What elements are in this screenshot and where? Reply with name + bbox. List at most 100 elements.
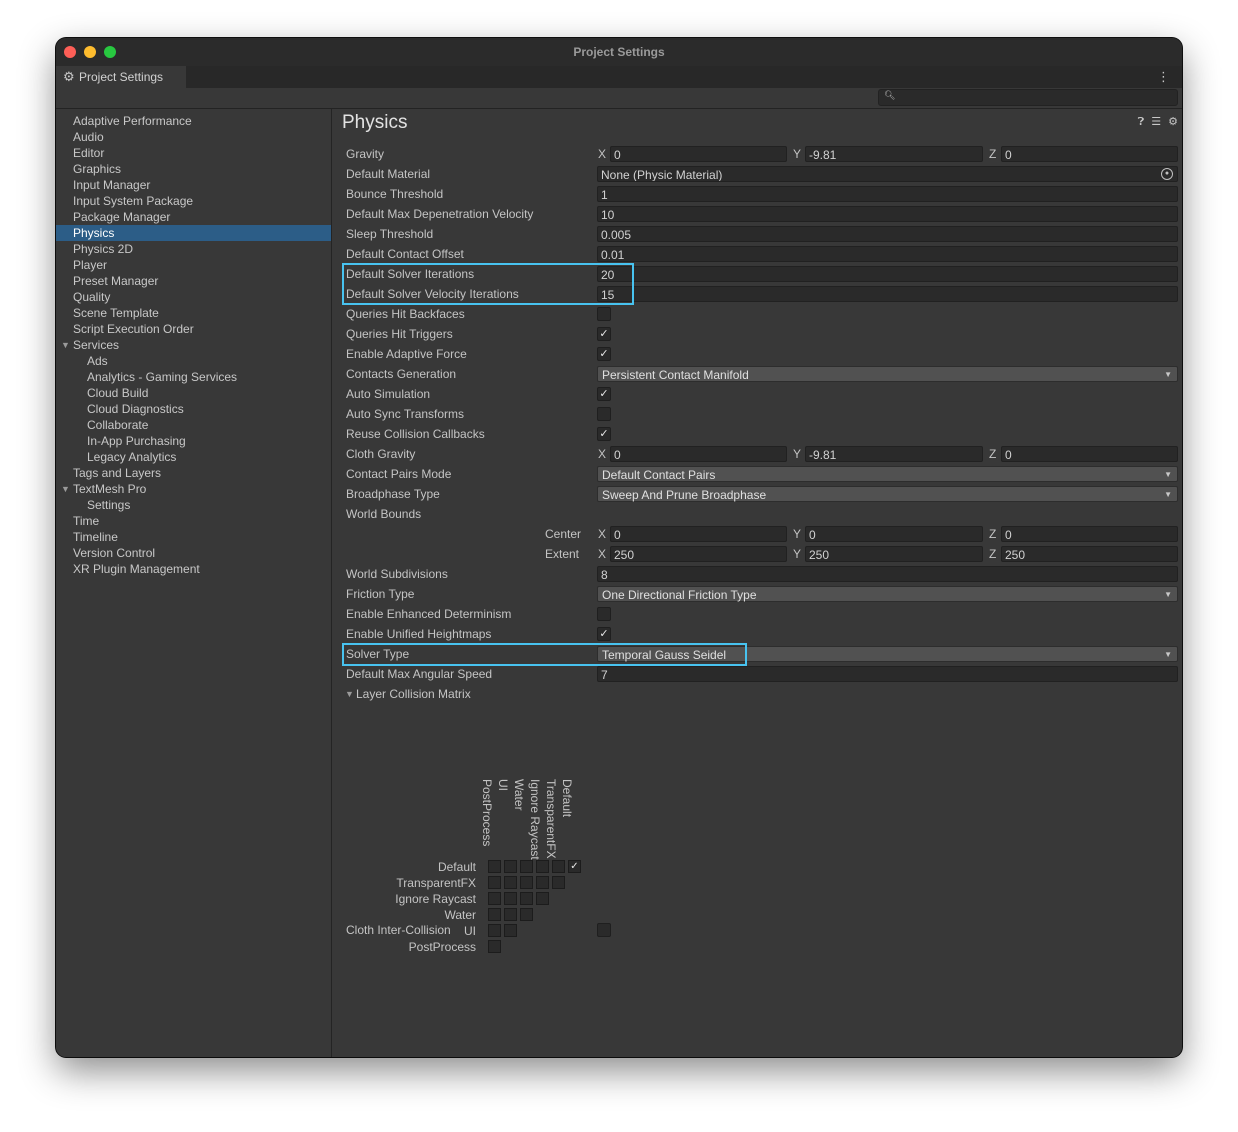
friction-type-dropdown[interactable]: One Directional Friction Type ▼: [597, 586, 1178, 602]
bounce-threshold-field[interactable]: 1: [597, 186, 1178, 202]
expand-arrow-icon[interactable]: ▼: [61, 481, 70, 497]
center-z-field[interactable]: 0: [1001, 526, 1178, 542]
expand-arrow-icon[interactable]: ▼: [61, 337, 70, 353]
cloth-gravity-y-field[interactable]: -9.81: [805, 446, 983, 462]
auto-simulation-checkbox[interactable]: ✓: [597, 387, 611, 401]
sidebar-item[interactable]: Timeline: [56, 529, 331, 545]
sidebar-item[interactable]: ▼ TextMesh Pro: [56, 481, 331, 497]
extent-z-field[interactable]: 250: [1001, 546, 1178, 562]
enhanced-determinism-checkbox[interactable]: [597, 607, 611, 621]
sidebar-item[interactable]: Quality: [56, 289, 331, 305]
cloth-gravity-x-field[interactable]: 0: [610, 446, 787, 462]
default-material-field[interactable]: None (Physic Material) ●: [597, 166, 1178, 182]
matrix-checkbox[interactable]: [520, 876, 533, 889]
object-picker-icon[interactable]: ●: [1161, 168, 1173, 180]
contact-offset-field[interactable]: 0.01: [597, 246, 1178, 262]
matrix-checkbox[interactable]: [520, 908, 533, 921]
sidebar-item[interactable]: Collaborate: [56, 417, 331, 433]
sidebar-item[interactable]: Version Control: [56, 545, 331, 561]
matrix-checkbox[interactable]: [520, 892, 533, 905]
matrix-column-label: Ignore Raycast: [528, 779, 542, 860]
gravity-x-field[interactable]: 0: [610, 146, 787, 162]
sidebar-item[interactable]: Preset Manager: [56, 273, 331, 289]
cloth-inter-collision-checkbox[interactable]: [597, 923, 611, 937]
sleep-threshold-field[interactable]: 0.005: [597, 226, 1178, 242]
matrix-checkbox[interactable]: [520, 860, 533, 873]
world-subdivisions-field[interactable]: 8: [597, 566, 1178, 582]
sidebar-item[interactable]: Adaptive Performance: [56, 113, 331, 129]
sidebar-item[interactable]: Script Execution Order: [56, 321, 331, 337]
sidebar-item[interactable]: Input System Package: [56, 193, 331, 209]
tab-project-settings[interactable]: ⚙ Project Settings: [56, 66, 186, 88]
broadphase-type-dropdown[interactable]: Sweep And Prune Broadphase ▼: [597, 486, 1178, 502]
solver-type-dropdown[interactable]: Temporal Gauss Seidel ▼: [597, 646, 1178, 662]
cloth-gravity-z-field[interactable]: 0: [1001, 446, 1178, 462]
matrix-checkbox[interactable]: [536, 892, 549, 905]
matrix-checkbox[interactable]: [504, 860, 517, 873]
contacts-generation-dropdown[interactable]: Persistent Contact Manifold ▼: [597, 366, 1178, 382]
max-angular-speed-field[interactable]: 7: [597, 666, 1178, 682]
layer-collision-matrix-label[interactable]: Layer Collision Matrix: [356, 684, 471, 704]
matrix-checkbox[interactable]: ✓: [568, 860, 581, 873]
matrix-checkbox[interactable]: [488, 908, 501, 921]
sidebar-item[interactable]: Ads: [56, 353, 331, 369]
matrix-checkbox[interactable]: [504, 892, 517, 905]
matrix-checkbox[interactable]: [504, 924, 517, 937]
matrix-checkbox[interactable]: [536, 860, 549, 873]
matrix-checkbox[interactable]: [504, 876, 517, 889]
queries-hit-triggers-checkbox[interactable]: ✓: [597, 327, 611, 341]
sidebar-item[interactable]: Cloud Diagnostics: [56, 401, 331, 417]
extent-x-field[interactable]: 250: [610, 546, 787, 562]
sidebar-item[interactable]: Editor: [56, 145, 331, 161]
matrix-checkbox[interactable]: [536, 876, 549, 889]
sidebar-item[interactable]: XR Plugin Management: [56, 561, 331, 577]
settings-gear-icon[interactable]: ⚙: [1168, 116, 1178, 128]
matrix-checkbox[interactable]: [552, 860, 565, 873]
sidebar-item[interactable]: Settings: [56, 497, 331, 513]
sidebar-item[interactable]: Scene Template: [56, 305, 331, 321]
sidebar-item[interactable]: Physics: [56, 225, 331, 241]
extent-y-field[interactable]: 250: [805, 546, 983, 562]
enable-adaptive-force-checkbox[interactable]: ✓: [597, 347, 611, 361]
sidebar-item[interactable]: Package Manager: [56, 209, 331, 225]
collapse-arrow-icon[interactable]: ▼: [345, 689, 354, 699]
auto-sync-transforms-checkbox[interactable]: [597, 407, 611, 421]
sidebar-item[interactable]: Analytics - Gaming Services: [56, 369, 331, 385]
contact-pairs-mode-dropdown[interactable]: Default Contact Pairs ▼: [597, 466, 1178, 482]
matrix-checkbox[interactable]: [488, 860, 501, 873]
help-icon[interactable]: ❓︎: [1138, 116, 1145, 128]
matrix-checkbox[interactable]: [488, 892, 501, 905]
matrix-checkbox[interactable]: [504, 908, 517, 921]
center-x-field[interactable]: 0: [610, 526, 787, 542]
unified-heightmaps-checkbox[interactable]: ✓: [597, 627, 611, 641]
reuse-collision-callbacks-checkbox[interactable]: ✓: [597, 427, 611, 441]
sidebar-item[interactable]: ▼ Services: [56, 337, 331, 353]
contact-pairs-mode-label: Contact Pairs Mode: [346, 467, 452, 481]
queries-hit-backfaces-checkbox[interactable]: [597, 307, 611, 321]
sidebar-item[interactable]: Time: [56, 513, 331, 529]
gravity-y-field[interactable]: -9.81: [805, 146, 983, 162]
matrix-checkbox[interactable]: [488, 924, 501, 937]
sidebar-item[interactable]: Audio: [56, 129, 331, 145]
matrix-checkbox[interactable]: [488, 876, 501, 889]
sidebar-item[interactable]: Graphics: [56, 161, 331, 177]
solver-velocity-iterations-label: Default Solver Velocity Iterations: [346, 287, 519, 301]
solver-iterations-field[interactable]: 20: [597, 266, 1178, 282]
sidebar-item[interactable]: Cloud Build: [56, 385, 331, 401]
solver-velocity-iterations-field[interactable]: 15: [597, 286, 1178, 302]
max-depenetration-field[interactable]: 10: [597, 206, 1178, 222]
sidebar-item[interactable]: Tags and Layers: [56, 465, 331, 481]
matrix-checkbox[interactable]: [488, 940, 501, 953]
world-bounds-label: World Bounds: [346, 507, 422, 521]
more-options-icon[interactable]: ⋮: [1157, 69, 1170, 85]
search-input[interactable]: 🔍︎: [878, 89, 1178, 106]
center-y-field[interactable]: 0: [805, 526, 983, 542]
sidebar-item[interactable]: Input Manager: [56, 177, 331, 193]
gravity-z-field[interactable]: 0: [1001, 146, 1178, 162]
matrix-checkbox[interactable]: [552, 876, 565, 889]
sidebar-item[interactable]: Physics 2D: [56, 241, 331, 257]
sidebar-item[interactable]: In-App Purchasing: [56, 433, 331, 449]
presets-icon[interactable]: ☰: [1151, 116, 1161, 128]
sidebar-item[interactable]: Player: [56, 257, 331, 273]
sidebar-item[interactable]: Legacy Analytics: [56, 449, 331, 465]
